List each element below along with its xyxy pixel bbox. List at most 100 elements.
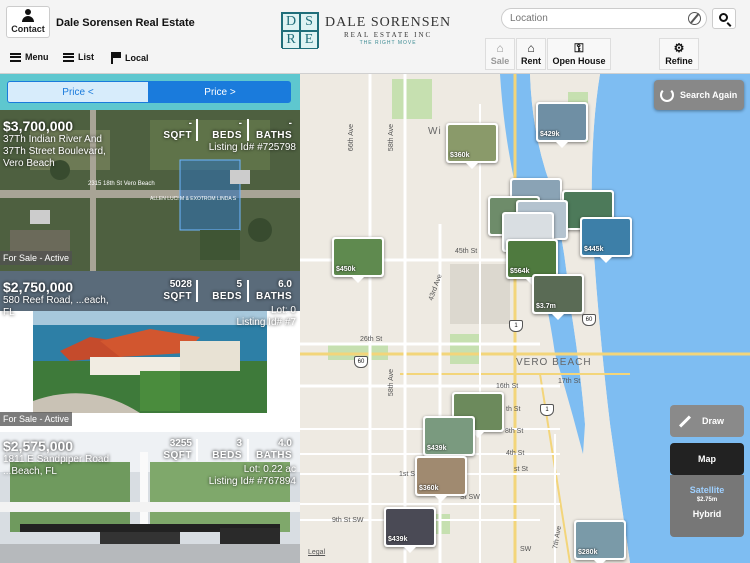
street-label: 4th St (506, 450, 525, 457)
search-icon (719, 13, 728, 22)
pin-price: $450k (336, 266, 356, 273)
location-input[interactable] (501, 8, 707, 29)
listing-pin[interactable]: $439k (423, 416, 475, 462)
listing-status: For Sale - Active (0, 251, 73, 265)
stat-divider (247, 439, 249, 461)
listing-pin[interactable]: $450k (332, 237, 384, 283)
satellite-label[interactable]: Satellite (670, 485, 744, 495)
logo-line2: REAL ESTATE INC (343, 30, 433, 39)
draw-button[interactable]: Draw (670, 405, 744, 437)
street-label: th St (506, 406, 521, 413)
map-mode-button[interactable]: Map (670, 443, 744, 475)
listing-address: 37Th Indian River And 37Th Street Boulev… (3, 134, 106, 169)
listing-baths: 4.0 BATHS (256, 438, 292, 462)
open-house-button[interactable]: ⚿ Open House (547, 38, 611, 70)
street-label: 66th Ave (348, 123, 356, 152)
satellite-hybrid-button[interactable]: Satellite $2.75m Hybrid (670, 475, 744, 537)
listing-card[interactable]: $2,575,000 1811 E Sandpiper Road ...Beac… (0, 432, 300, 563)
menu-button[interactable]: Menu (10, 52, 49, 62)
beds-value: 5 (236, 279, 242, 290)
house-rent-icon: ⌂ (527, 41, 535, 55)
stat-divider (247, 280, 249, 302)
search-button[interactable] (712, 8, 736, 29)
listing-card[interactable]: 2315 18th St Vero Beach ALLEN LUCI M & E… (0, 110, 300, 271)
listing-id: Listing Id# #725798 (208, 142, 296, 153)
rent-label: Rent (521, 56, 541, 66)
listing-pin[interactable]: $445k (580, 217, 632, 263)
open-house-label: Open House (552, 56, 606, 66)
stat-divider (196, 119, 198, 141)
listing-status: For Sale - Active (0, 412, 73, 426)
beds-label: BEDS (212, 130, 242, 141)
street-label: st St (514, 466, 529, 473)
listing-address: 1811 E Sandpiper Road ...Beach, FL (3, 454, 110, 477)
company-logo[interactable]: D S R E DALE SORENSEN REAL ESTATE INC TH… (281, 12, 451, 49)
legal-link[interactable]: Legal (308, 549, 325, 556)
sqft-value: 5028 (169, 279, 192, 290)
refine-label: Refine (665, 56, 693, 66)
listing-pin[interactable]: $280k (574, 520, 626, 563)
contact-label: Contact (11, 24, 45, 34)
listing-baths: - BATHS (256, 118, 292, 142)
listing-address: 580 Reef Road, ...each, FL (3, 295, 109, 318)
listing-pin[interactable]: $3.7m (532, 274, 584, 320)
baths-label: BATHS (256, 130, 293, 141)
listing-id: Listing Id# #767894 (208, 476, 296, 487)
rent-button[interactable]: ⌂ Rent (516, 38, 546, 70)
route-shield: 1 (509, 320, 523, 332)
listing-sqft: 5028 SQFT (158, 279, 192, 303)
listing-pin[interactable]: $360k (446, 123, 498, 169)
sort-segment: Price < Price > (0, 74, 300, 110)
menu-label: Menu (25, 52, 49, 62)
sale-button[interactable]: ⌂ Sale (485, 38, 515, 70)
compass-icon[interactable] (688, 12, 701, 25)
pencil-icon (678, 414, 692, 428)
logo-letter: S (300, 13, 318, 31)
logo-mark: D S R E (281, 12, 319, 49)
photo-caption-2: ALLEN LUCI M & EXOTROM LINDA S (150, 196, 237, 202)
local-button[interactable]: Local (111, 52, 149, 64)
listing-pin[interactable]: $564k (506, 239, 558, 285)
pin-price: $3.7m (536, 303, 556, 310)
sort-price-asc[interactable]: Price < (7, 81, 149, 103)
search-again-button[interactable]: Search Again (654, 80, 744, 110)
street-label: SW (520, 546, 532, 553)
street-label: 9th St SW (332, 517, 364, 524)
house-sale-icon: ⌂ (496, 41, 504, 55)
sqft-label: SQFT (163, 450, 192, 461)
listing-price: $2,575,000 (3, 438, 74, 454)
listing-card[interactable]: $2,750,000 580 Reef Road, ...each, FL 50… (0, 271, 300, 432)
refresh-icon (660, 88, 674, 102)
logo-tagline: THE RIGHT MOVE (359, 39, 417, 46)
route-shield: 60 (354, 356, 368, 368)
listing-lot: Lot: 0 (270, 305, 296, 316)
baths-value: 6.0 (278, 279, 292, 290)
sort-price-desc[interactable]: Price > (149, 81, 291, 103)
listing-pin[interactable]: $439k (384, 507, 436, 553)
street-label: 58th Ave (388, 368, 396, 397)
sale-label: Sale (490, 56, 510, 66)
list-button[interactable]: List (63, 52, 94, 62)
draw-label: Draw (702, 416, 725, 426)
photo-caption: 2315 18th St Vero Beach (88, 181, 155, 187)
route-shield: 60 (582, 314, 596, 326)
contact-button[interactable]: Contact (6, 6, 50, 38)
listing-baths: 6.0 BATHS (256, 279, 292, 303)
key-icon: ⚿ (574, 41, 584, 55)
sqft-label: SQFT (163, 291, 192, 302)
sqft-value: 3255 (169, 438, 192, 449)
refine-button[interactable]: ⚙ Refine (659, 38, 699, 70)
city-label: VERO BEACH (516, 357, 592, 368)
logo-letter: R (282, 31, 300, 49)
beds-label: BEDS (212, 291, 242, 302)
listing-beds: - BEDS (210, 118, 242, 142)
listing-pin[interactable]: $429k (536, 102, 588, 148)
stat-divider (247, 119, 249, 141)
pin-price: $360k (450, 152, 470, 159)
listing-pin[interactable]: $360k (415, 456, 467, 502)
listing-lot: Lot: 0.22 ac (243, 464, 296, 475)
listing-price: $3,700,000 (3, 118, 74, 134)
listing-beds: 5 BEDS (210, 279, 242, 303)
baths-value: - (288, 118, 292, 129)
hybrid-label[interactable]: Hybrid (670, 509, 744, 519)
